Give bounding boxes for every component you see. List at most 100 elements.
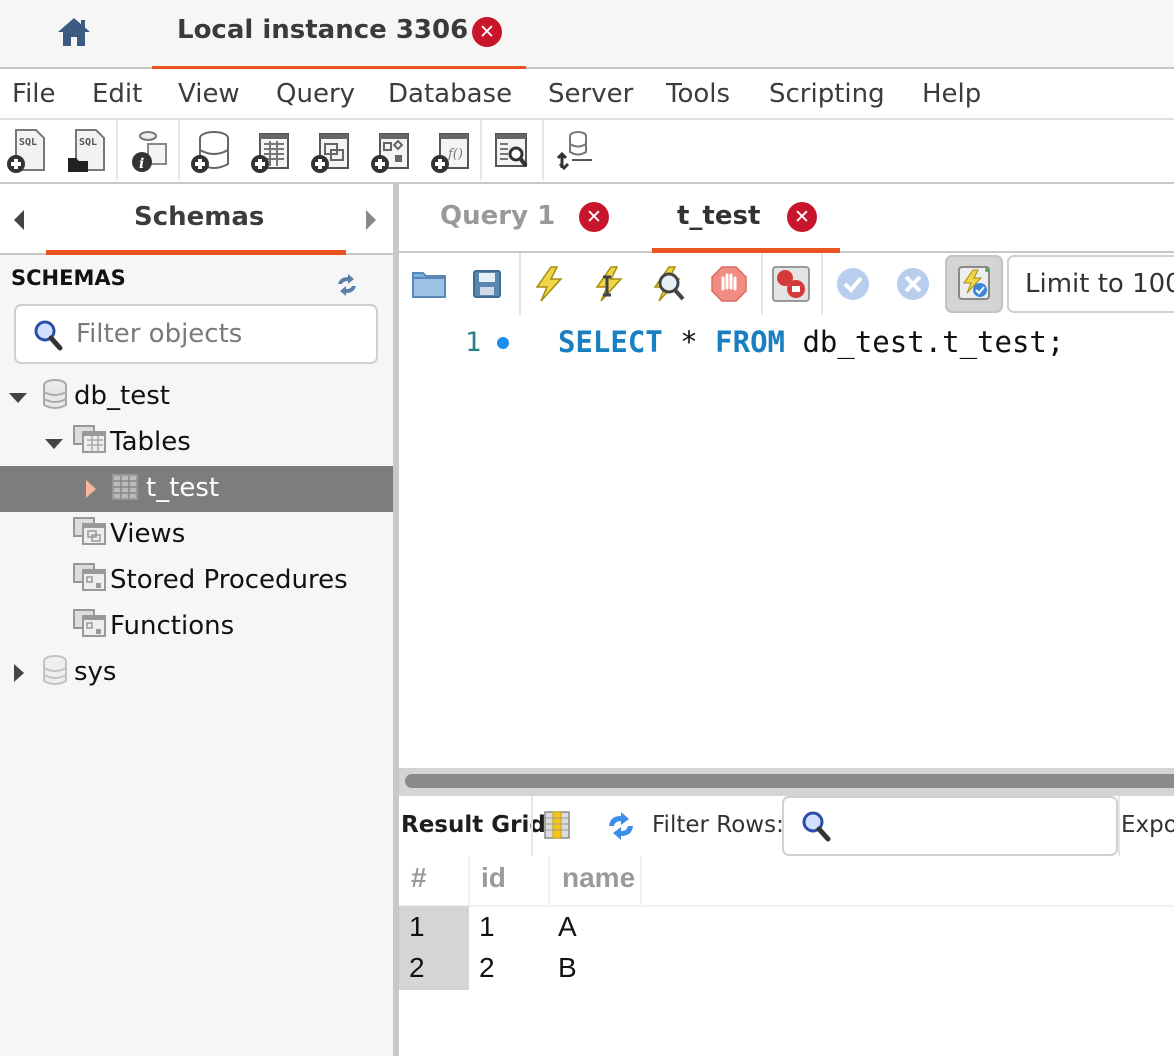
- rollback-button[interactable]: [893, 263, 933, 305]
- tree-item-stored-procedures[interactable]: Stored Procedures: [0, 558, 393, 604]
- open-file-button[interactable]: [409, 263, 449, 305]
- cell-name[interactable]: A: [558, 911, 577, 943]
- autocommit-toggle-button[interactable]: [945, 255, 1003, 313]
- result-grid-view-button[interactable]: [543, 810, 571, 840]
- toolbar-separator: [531, 796, 533, 856]
- code-table-ref: db_test.t_test;: [785, 325, 1065, 359]
- menu-scripting[interactable]: Scripting: [769, 79, 885, 109]
- expand-toggle-icon[interactable]: [9, 393, 27, 403]
- expand-toggle-icon[interactable]: [45, 439, 63, 449]
- reconnect-button[interactable]: [552, 128, 594, 174]
- tree-item-db-test[interactable]: db_test: [0, 374, 393, 420]
- create-table-icon: [251, 133, 289, 173]
- limit-rows-select[interactable]: Limit to 1000 rows: [1007, 255, 1174, 313]
- create-schema-icon: [191, 131, 229, 173]
- sql-editor-panel: Query 1 ✕ t_test ✕ Limit to 100 1 SELECT…: [399, 182, 1174, 770]
- close-t-test-tab-button[interactable]: ✕: [787, 202, 817, 232]
- tree-item-t-test[interactable]: t_test: [0, 466, 393, 512]
- grid-view-icon: [544, 811, 570, 839]
- menu-help[interactable]: Help: [922, 79, 981, 109]
- close-icon: ✕: [794, 206, 810, 228]
- refresh-schemas-button[interactable]: [334, 274, 360, 296]
- open-sql-script-icon: SQL: [68, 129, 105, 172]
- horizontal-scrollbar[interactable]: [399, 768, 1174, 796]
- menu-database[interactable]: Database: [388, 79, 512, 109]
- menu-edit[interactable]: Edit: [92, 79, 142, 109]
- menu-server[interactable]: Server: [548, 79, 633, 109]
- toolbar-separator: [761, 253, 763, 315]
- connection-tab[interactable]: Local instance 3306 ✕: [152, 0, 526, 71]
- code-line: SELECT * FROM db_test.t_test;: [558, 325, 1064, 359]
- toolbar-separator: [542, 120, 544, 180]
- column-header-name[interactable]: name: [562, 856, 635, 906]
- commit-button[interactable]: [833, 263, 873, 305]
- results-panel: Result Grid Filter Rows: Export: #: [399, 796, 1174, 1056]
- tree-item-functions[interactable]: Functions: [0, 604, 393, 650]
- export-label[interactable]: Export:: [1121, 812, 1174, 838]
- search-icon: [34, 320, 63, 351]
- editor-tab-bar: Query 1 ✕ t_test ✕: [399, 182, 1174, 253]
- column-divider[interactable]: [548, 856, 550, 906]
- pane-divider[interactable]: [396, 182, 399, 1056]
- menu-query[interactable]: Query: [276, 79, 355, 109]
- create-view-button[interactable]: [310, 128, 352, 174]
- create-procedure-button[interactable]: [370, 128, 412, 174]
- open-file-icon: [412, 272, 446, 298]
- tab-schemas[interactable]: Schemas: [134, 202, 264, 232]
- schema-inspector-button[interactable]: i: [128, 128, 170, 174]
- folder-tables-icon: [73, 425, 106, 453]
- sidebar-tab-next-arrow[interactable]: [366, 210, 376, 230]
- svg-text:SQL: SQL: [79, 137, 97, 148]
- stop-icon: [711, 266, 747, 302]
- menu-view[interactable]: View: [178, 79, 240, 109]
- tree-item-views[interactable]: Views: [0, 512, 393, 558]
- tree-item-label: Stored Procedures: [110, 565, 348, 595]
- refresh-icon: [609, 812, 633, 840]
- scrollbar-thumb[interactable]: [405, 774, 1174, 788]
- create-function-button[interactable]: f(): [430, 128, 472, 174]
- header-divider: [399, 905, 1174, 907]
- home-button[interactable]: [56, 16, 92, 48]
- expand-toggle-icon[interactable]: [14, 664, 24, 682]
- toolbar-separator: [821, 253, 823, 315]
- database-icon: [43, 379, 67, 409]
- tree-item-tables[interactable]: Tables: [0, 420, 393, 466]
- column-header-id[interactable]: id: [481, 856, 506, 906]
- menu-tools[interactable]: Tools: [666, 79, 730, 109]
- filter-objects-input[interactable]: Filter objects: [14, 304, 378, 364]
- column-divider[interactable]: [468, 856, 470, 906]
- cell-id[interactable]: 2: [479, 952, 495, 984]
- cell-name[interactable]: B: [558, 952, 577, 984]
- save-button[interactable]: [467, 263, 507, 305]
- search-icon: [802, 811, 831, 842]
- expand-toggle-icon[interactable]: [86, 480, 96, 498]
- close-query-1-tab-button[interactable]: ✕: [579, 202, 609, 232]
- create-function-icon: f(): [431, 133, 469, 173]
- tree-item-sys[interactable]: sys: [0, 650, 393, 696]
- execute-button[interactable]: [529, 263, 569, 305]
- search-table-data-button[interactable]: [492, 128, 534, 174]
- limit-rows-value: Limit to 1000 rows: [1025, 269, 1174, 299]
- create-table-button[interactable]: [250, 128, 292, 174]
- create-schema-button[interactable]: [190, 128, 232, 174]
- column-divider[interactable]: [640, 856, 642, 906]
- close-connection-tab-button[interactable]: ✕: [472, 17, 502, 47]
- rollback-icon: [897, 268, 929, 300]
- execute-current-statement-button[interactable]: [589, 263, 629, 305]
- open-sql-script-button[interactable]: SQL: [66, 128, 108, 174]
- column-header-row-number[interactable]: #: [411, 856, 427, 906]
- sidebar-tab-prev-arrow[interactable]: [14, 210, 24, 230]
- new-sql-tab-button[interactable]: SQL: [6, 128, 48, 174]
- toggle-stop-on-error-button[interactable]: [771, 263, 811, 305]
- explain-button[interactable]: [649, 263, 689, 305]
- close-icon: ✕: [586, 206, 602, 228]
- toolbar-separator: [519, 253, 521, 315]
- cell-id[interactable]: 1: [479, 911, 495, 943]
- sql-code-editor[interactable]: 1 SELECT * FROM db_test.t_test;: [399, 317, 1174, 770]
- refresh-results-button[interactable]: [605, 812, 637, 840]
- code-star: *: [662, 325, 716, 359]
- stop-button[interactable]: [709, 263, 749, 305]
- menu-file[interactable]: File: [12, 79, 56, 109]
- connection-tab-label: Local instance 3306: [177, 15, 469, 45]
- filter-rows-input[interactable]: [782, 796, 1118, 856]
